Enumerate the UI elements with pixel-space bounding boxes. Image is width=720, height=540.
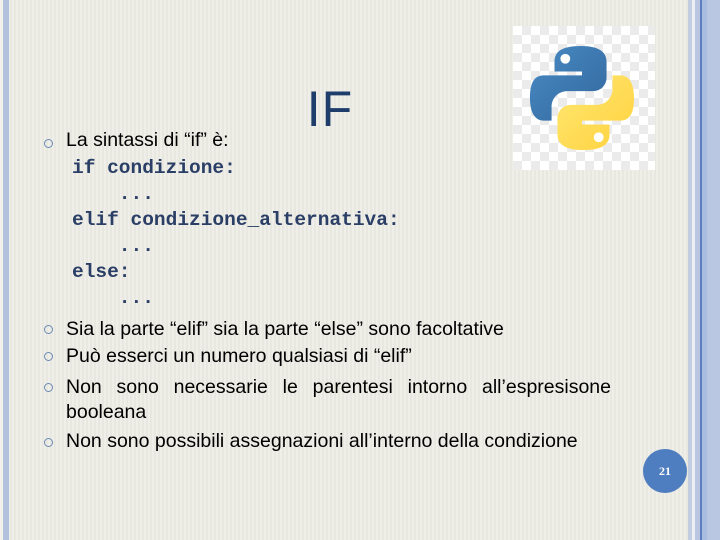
frame-stripe	[707, 0, 720, 540]
code-line: ...	[72, 183, 154, 205]
bullet-ring-icon	[44, 325, 53, 334]
right-frame	[688, 0, 720, 540]
python-logo-image	[513, 26, 655, 170]
bullet-text: Non sono necessarie le parentesi intorno…	[66, 376, 611, 423]
bullet-ring-icon	[44, 139, 53, 148]
code-line: ...	[72, 235, 154, 257]
bullet-text: Può esserci un numero qualsiasi di “elif…	[66, 345, 412, 367]
bullet-text: Sia la parte “elif” sia la parte “else” …	[66, 318, 504, 340]
bullet-ring-icon	[44, 438, 53, 447]
bullet-ring-icon	[44, 383, 53, 392]
code-line: elif condizione_alternativa:	[72, 209, 400, 231]
bullet-ring-icon	[44, 352, 53, 361]
bullet-text: Non sono possibili assegnazioni all’inte…	[66, 430, 578, 452]
code-line: if condizione:	[72, 157, 236, 179]
code-line: ...	[72, 287, 154, 309]
bullet-text: La sintassi di “if” è:	[66, 129, 229, 151]
page-number-badge: 21	[643, 449, 687, 493]
code-line: else:	[72, 261, 131, 283]
python-logo-icon	[529, 45, 635, 151]
